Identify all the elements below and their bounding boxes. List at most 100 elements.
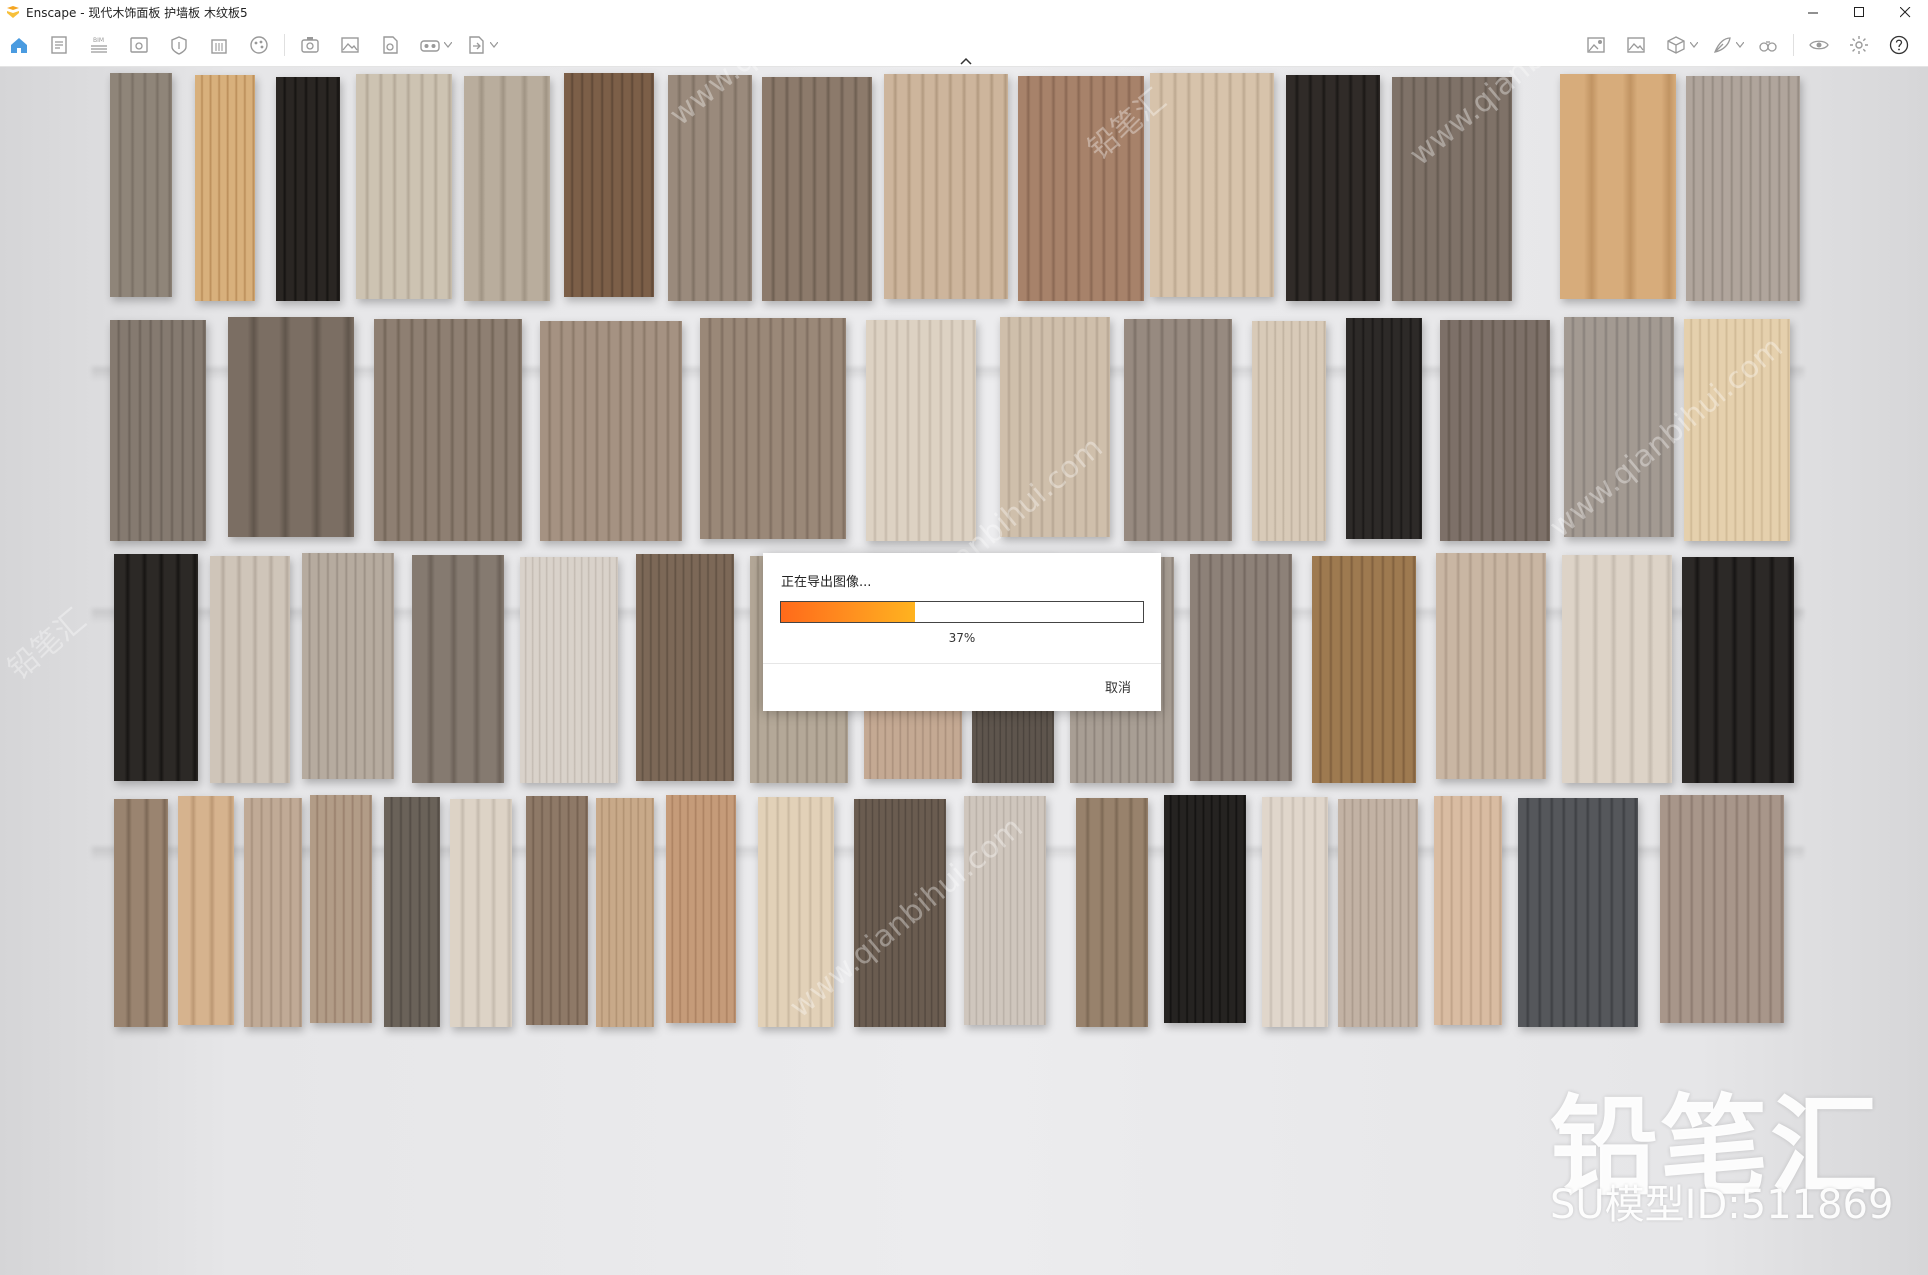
dialog-divider (763, 663, 1161, 664)
building-icon (211, 39, 227, 54)
wood-panel (758, 797, 834, 1027)
close-icon (1899, 6, 1910, 17)
wood-panel (520, 557, 618, 783)
wood-panel (964, 796, 1046, 1025)
building-button[interactable] (204, 32, 234, 58)
feather-button[interactable] (1707, 32, 1737, 58)
feather-icon (1713, 37, 1731, 53)
close-button[interactable] (1882, 0, 1928, 24)
wood-panel (1252, 321, 1326, 541)
screenshot-button[interactable] (1581, 32, 1611, 58)
wood-panel (1518, 798, 1638, 1027)
wood-panel (450, 799, 512, 1027)
cube-button[interactable] (1661, 32, 1691, 58)
wood-panel (668, 75, 752, 301)
window-controls (1790, 0, 1928, 24)
render-window-button[interactable] (124, 32, 154, 58)
wood-panel (596, 798, 654, 1027)
wood-panel (1434, 796, 1502, 1025)
binoculars-icon (1759, 41, 1777, 52)
wood-panel (636, 554, 734, 781)
enscape-logo-icon (7, 6, 19, 18)
chevron-down-icon (490, 42, 498, 48)
home-icon (11, 38, 27, 53)
asset-library-button[interactable] (164, 32, 194, 58)
wood-panel (114, 799, 168, 1027)
toolbar-separator (284, 34, 285, 56)
image-button[interactable] (335, 32, 365, 58)
wood-panel (1018, 76, 1144, 301)
dialog-title: 正在导出图像... (781, 575, 872, 590)
wood-panel (384, 797, 440, 1027)
wood-panel (1564, 317, 1674, 537)
maximize-button[interactable] (1836, 0, 1882, 24)
wood-panel (114, 554, 198, 781)
wood-panel (564, 73, 654, 297)
material-icon (250, 36, 268, 54)
wood-panel (244, 798, 302, 1027)
wood-panel (228, 317, 354, 537)
feather-dropdown-caret[interactable] (1735, 42, 1745, 48)
wood-panel (700, 318, 846, 539)
cancel-button[interactable]: 取消 (1105, 677, 1131, 696)
capture-button[interactable] (295, 32, 325, 58)
export-button[interactable] (461, 32, 491, 58)
toolbar-collapse-toggle[interactable] (955, 54, 977, 68)
cube-dropdown-caret[interactable] (1689, 42, 1699, 48)
wood-panel (1440, 320, 1550, 541)
home-button[interactable] (4, 32, 34, 58)
wood-panel (866, 320, 976, 541)
toolbar-separator (1793, 34, 1794, 56)
cube-icon (1667, 36, 1685, 54)
chevron-down-icon (444, 42, 452, 48)
maximize-icon (1853, 6, 1864, 17)
export-dropdown-caret[interactable] (489, 42, 499, 48)
landscape-button[interactable] (1621, 32, 1651, 58)
wood-panel (1560, 74, 1676, 299)
wood-panel (1190, 554, 1292, 781)
visibility-icon (1809, 40, 1829, 50)
bim-button[interactable]: BIM (84, 32, 114, 58)
wood-panel (210, 556, 290, 783)
landscape-icon (1627, 37, 1645, 53)
wood-panel (1312, 556, 1416, 783)
wood-panel (1286, 75, 1380, 301)
wood-panel (1124, 319, 1232, 541)
svg-text:BIM: BIM (93, 37, 104, 44)
batch-render-button[interactable] (375, 32, 405, 58)
wood-panel (1150, 73, 1274, 297)
minimize-icon (1807, 12, 1818, 13)
vr-dropdown-caret[interactable] (443, 42, 453, 48)
wood-panel (178, 796, 234, 1025)
minimize-button[interactable] (1790, 0, 1836, 24)
wood-panel (1686, 76, 1800, 301)
toolbar-left-group: BIM (4, 32, 507, 58)
wood-panel (526, 796, 588, 1025)
settings-button[interactable] (1844, 32, 1874, 58)
vr-headset-button[interactable] (415, 32, 445, 58)
binoculars-button[interactable] (1753, 32, 1783, 58)
wood-panel (302, 553, 394, 779)
visibility-button[interactable] (1804, 32, 1834, 58)
screenshot-icon (1587, 37, 1605, 53)
wood-panel (195, 75, 255, 301)
material-button[interactable] (244, 32, 274, 58)
wood-panel (1346, 318, 1422, 539)
wood-panel (412, 555, 504, 783)
wood-panel (374, 319, 522, 541)
help-button[interactable] (1884, 32, 1914, 58)
vr-headset-icon (420, 40, 440, 52)
render-window-icon (130, 37, 148, 53)
wood-panel (1076, 798, 1148, 1027)
wood-panel (1392, 77, 1512, 301)
wood-panel (762, 77, 872, 301)
export-icon (469, 36, 484, 54)
batch-render-icon (383, 36, 398, 54)
wood-panel (1262, 797, 1328, 1027)
document-button[interactable] (44, 32, 74, 58)
capture-icon (301, 37, 319, 53)
window-title: Enscape - 现代木饰面板 护墙板 木纹板5 (26, 5, 248, 20)
image-icon (341, 37, 359, 53)
wood-panel (110, 73, 172, 297)
wood-panel (464, 76, 550, 301)
